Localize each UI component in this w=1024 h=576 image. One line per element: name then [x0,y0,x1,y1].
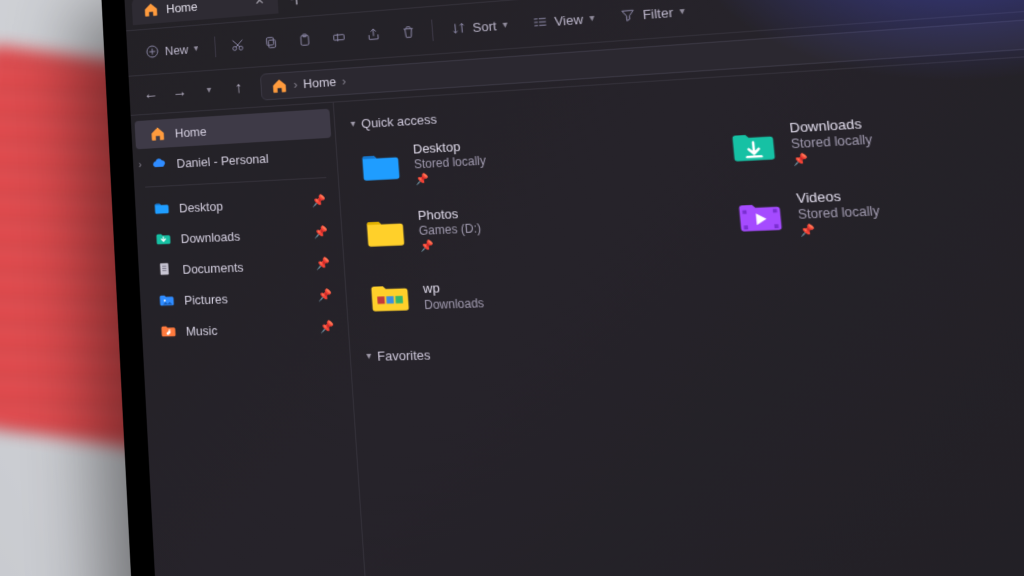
sidebar-item-label: Downloads [180,228,240,245]
close-tab-icon[interactable]: ✕ [254,0,265,9]
music-icon [160,322,177,340]
pin-icon: 📌 [315,256,330,270]
tile-name: wp [423,279,484,297]
rename-button[interactable] [323,23,355,52]
group-label: Quick access [361,112,438,131]
breadcrumb-separator: › [341,74,346,89]
pin-icon: 📌 [313,225,328,239]
chevron-down-icon: ▾ [366,351,372,362]
filter-button[interactable]: Filter ▾ [608,0,697,31]
chevron-down-icon: ▾ [502,19,508,30]
copy-button[interactable] [255,28,287,57]
sidebar-item-documents[interactable]: Documents 📌 [142,248,341,285]
sidebar-item-label: Daniel - Personal [176,151,269,171]
pin-icon: 📌 [311,194,326,208]
onedrive-icon [151,155,168,173]
content-pane: ▾ Quick access Desktop Stored locally 📌 [334,34,1024,576]
screen: Home ✕ ＋ New ▾ [124,0,1024,576]
sidebar-item-label: Home [174,124,206,140]
new-label: New [164,42,188,58]
share-button[interactable] [357,20,390,49]
chevron-down-icon: ▾ [589,12,595,23]
tile-desktop[interactable]: Desktop Stored locally 📌 [352,127,597,195]
downloads-icon [155,230,172,248]
tile-photos[interactable]: Photos Games (D:) 📌 [356,195,603,261]
breadcrumb-separator: › [293,77,298,92]
up-button[interactable]: ↑ [225,74,252,102]
tile-sub: Stored locally [797,204,880,223]
desktop-icon [358,144,404,190]
tile-sub: Games (D:) [418,221,481,239]
pin-icon: 📌 [792,151,875,170]
sort-button[interactable]: Sort ▾ [440,10,519,43]
group-favorites[interactable]: ▾ Favorites [366,324,1024,364]
sidebar: Home › Daniel - Personal Desktop 📌 [131,103,371,576]
photos-folder-icon [362,210,408,255]
separator [214,36,216,57]
tile-sub: Stored locally [790,132,873,152]
tile-sub: Stored locally [414,154,487,173]
group-label: Favorites [377,347,431,363]
home-icon [142,1,159,19]
tile-videos[interactable]: Videos Stored locally 📌 [727,176,1007,247]
downloads-icon [727,122,780,170]
sidebar-item-label: Desktop [179,198,224,215]
sidebar-item-music[interactable]: Music 📌 [145,312,345,347]
body: Home › Daniel - Personal Desktop 📌 [131,34,1024,576]
forward-button[interactable]: → [166,78,193,106]
pictures-icon [158,292,175,310]
sidebar-item-label: Documents [182,259,244,276]
separator [431,20,434,41]
pin-icon: 📌 [415,171,488,188]
wp-folder-icon [367,275,413,320]
pin-icon: 📌 [317,288,332,302]
chevron-down-icon: ▾ [193,43,198,54]
sidebar-item-pictures[interactable]: Pictures 📌 [143,280,342,316]
filter-label: Filter [642,4,674,21]
sort-label: Sort [472,18,497,35]
pin-icon: 📌 [319,320,334,334]
breadcrumb-segment[interactable]: Home [303,74,337,91]
recent-locations-button[interactable]: ▾ [195,76,222,104]
view-label: View [554,11,584,28]
pin-icon: 📌 [420,239,483,255]
new-tab-button[interactable]: ＋ [282,0,310,12]
sidebar-separator [145,177,326,188]
chevron-down-icon: ▾ [679,5,685,17]
desktop-icon [153,200,170,218]
home-icon [270,76,288,94]
sidebar-item-label: Music [186,323,218,338]
pin-icon: 📌 [799,222,882,240]
tile-wp[interactable]: wp Downloads [361,264,609,325]
tab-title: Home [166,0,198,16]
expand-icon[interactable]: › [138,160,142,171]
videos-icon [734,192,787,240]
chevron-down-icon: ▾ [350,119,356,130]
new-button[interactable]: New ▾ [136,34,209,66]
documents-icon [156,261,173,279]
monitor-bezel: Home ✕ ＋ New ▾ [100,0,1024,576]
cut-button[interactable] [222,31,253,60]
tile-downloads[interactable]: Downloads Stored locally 📌 [720,104,999,177]
home-icon [149,125,166,143]
delete-button[interactable] [392,17,425,47]
back-button[interactable]: ← [138,80,165,108]
paste-button[interactable] [289,25,321,54]
view-button[interactable]: View ▾ [521,3,606,37]
sidebar-item-label: Pictures [184,291,228,307]
tile-sub: Downloads [424,296,485,313]
